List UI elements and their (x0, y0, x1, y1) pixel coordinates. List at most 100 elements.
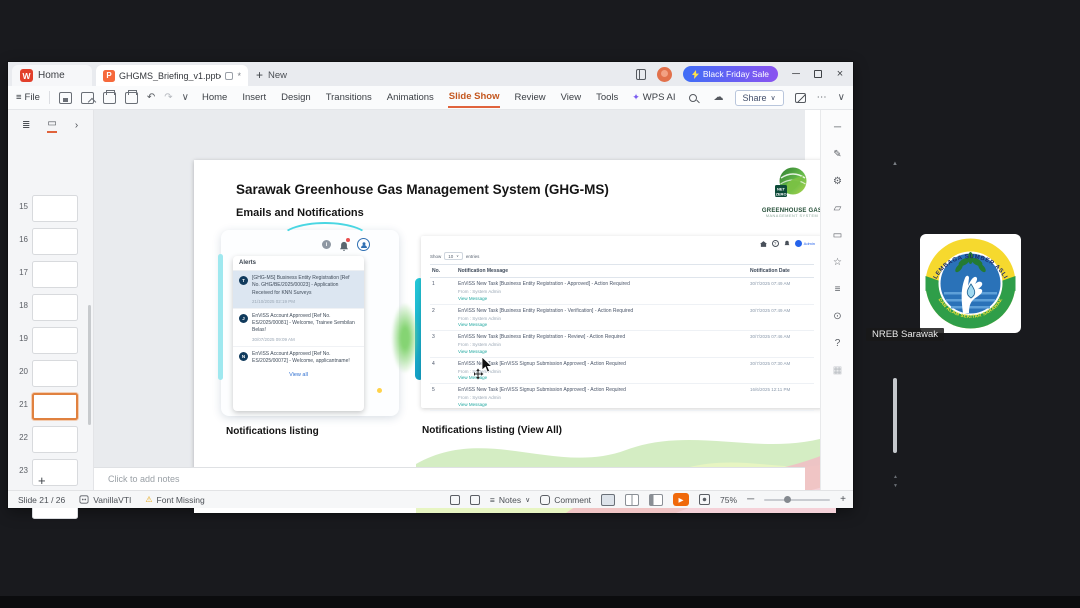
export-icon[interactable] (80, 91, 94, 104)
collapse-ribbon-icon[interactable]: ∨ (838, 92, 845, 103)
alert-item[interactable]: T [GHG-MS] Business Entity Registration … (233, 271, 364, 308)
slide-thumb-15[interactable]: 15 (8, 193, 94, 226)
normal-view-icon[interactable] (601, 493, 616, 506)
slideshow-play-button[interactable]: ▶ (673, 493, 690, 506)
zoom-value[interactable]: 75% (720, 495, 737, 505)
side-panel-icon[interactable] (635, 68, 646, 80)
outline-view-icon[interactable]: ≣ (22, 120, 30, 131)
toolbar-chevron-icon[interactable]: ∨ (182, 92, 189, 103)
view-message-link[interactable]: View Message (458, 296, 746, 301)
view-message-link[interactable]: View Message (458, 322, 746, 327)
divider (48, 91, 50, 104)
wps-ai-button[interactable]: ✦ WPS AI (632, 92, 675, 103)
view-message-link[interactable]: View Message (458, 375, 746, 380)
alert-item[interactable]: J EnViSS Account Approved [Ref No. ES/20… (233, 307, 364, 346)
shapes-icon[interactable]: ▱ (834, 203, 842, 214)
print-icon[interactable] (102, 89, 116, 104)
notes-pane[interactable]: Click to add notes (94, 467, 805, 490)
notes-toggle-icon[interactable] (449, 494, 460, 505)
menu-home[interactable]: Home (201, 88, 228, 107)
promo-button[interactable]: Black Friday Sale (682, 66, 778, 82)
adjust-sliders-icon[interactable]: ≡ (835, 284, 841, 295)
slide-sorter-view-icon[interactable] (625, 493, 640, 506)
redo-icon[interactable]: ↷ (164, 92, 172, 103)
cloud-sync-icon[interactable]: ☁ (714, 92, 724, 103)
notes-button[interactable]: ≡ Notes ∨ (490, 495, 530, 505)
slide-thumb-22[interactable]: 22 (8, 424, 94, 457)
help-icon[interactable]: ? (835, 338, 841, 349)
view-message-link[interactable]: View Message (458, 349, 746, 354)
menu-tools[interactable]: Tools (595, 88, 619, 107)
slide-nav-buttons[interactable]: ▲ ▼ (891, 473, 900, 491)
scroll-up-icon[interactable]: ▲ (892, 161, 898, 167)
view-message-link[interactable]: View Message (458, 402, 746, 407)
maximize-button[interactable] (814, 70, 822, 78)
comment-bubble-icon[interactable]: ▭ (833, 230, 842, 241)
fit-slide-icon[interactable] (699, 494, 711, 505)
participant-video-tile[interactable]: LEMBAGA SUMBER ASLI DAN ALAM SEKITAR SAR… (862, 226, 1076, 348)
apps-grid-icon[interactable]: ▦ (833, 365, 842, 376)
save-icon[interactable] (58, 91, 72, 104)
favorites-star-icon[interactable]: ☆ (833, 257, 842, 268)
more-icon[interactable]: ⋯ (817, 92, 827, 103)
view-all-link[interactable]: View all (233, 369, 364, 378)
thumbnail-scrollbar[interactable] (88, 305, 91, 425)
slide-page[interactable]: Sarawak Greenhouse Gas Management System… (194, 160, 836, 513)
slide-thumb-16[interactable]: 16 (8, 226, 94, 259)
menu-transitions[interactable]: Transitions (325, 88, 373, 107)
zoom-slider-knob[interactable] (784, 496, 792, 503)
yellow-dot-decoration (377, 388, 382, 393)
slide-view-icon[interactable]: ▭ (47, 118, 57, 133)
slide-thumb-23[interactable]: 23 (8, 457, 94, 490)
collapse-rail-icon[interactable]: ─ (834, 122, 841, 133)
slide-thumb-20[interactable]: 20 (8, 358, 94, 391)
slide-thumb-17[interactable]: 17 (8, 259, 94, 292)
zoom-slider[interactable] (764, 496, 831, 503)
expand-panel-icon[interactable]: › (75, 120, 78, 131)
print-preview-icon[interactable] (124, 89, 138, 104)
green-blob-decoration (391, 302, 419, 374)
slide-title: Sarawak Greenhouse Gas Management System… (236, 182, 609, 197)
account-avatar[interactable] (656, 66, 672, 82)
tab-document[interactable]: P GHGMS_Briefing_v1.pptx * (96, 65, 248, 86)
share-button[interactable]: Share ∨ (734, 89, 784, 106)
menu-animations[interactable]: Animations (386, 88, 435, 107)
zoom-in-button[interactable]: + (840, 494, 846, 505)
quick-access-toolbar: ≡ File ↶ ↷ ∨ (16, 86, 189, 109)
column-header-message: Notification Message (456, 264, 748, 278)
reading-view-icon[interactable] (649, 493, 664, 506)
close-button[interactable]: × (833, 68, 847, 80)
zoom-out-button[interactable]: ─ (747, 494, 754, 505)
tab-home[interactable]: W Home (12, 65, 92, 86)
new-tab-button[interactable]: + New (256, 66, 287, 84)
slide-thumb-21-selected[interactable]: 21 (8, 391, 94, 424)
wps-ai-label: WPS AI (642, 92, 676, 103)
comment-button[interactable]: Comment (540, 494, 591, 505)
menu-slide-show[interactable]: Slide Show (447, 87, 501, 108)
page-size-select[interactable]: 10 ∨ (444, 252, 463, 260)
search-icon[interactable] (688, 93, 697, 102)
prev-slide-icon[interactable]: ▲ (891, 473, 900, 482)
present-from-icon[interactable] (469, 494, 480, 505)
alerts-mockup: i Alerts T [GHG-MS] Business Entity Regi… (218, 222, 425, 422)
next-slide-icon[interactable]: ▼ (891, 482, 900, 491)
edit-tools-icon[interactable]: ✎ (833, 149, 841, 160)
menu-insert[interactable]: Insert (241, 88, 267, 107)
table-row: 2 EnViSS New Task [Business Entity Regis… (430, 304, 814, 331)
slide-thumb-19[interactable]: 19 (8, 325, 94, 358)
canvas-scrollbar[interactable] (893, 378, 897, 453)
menu-view[interactable]: View (560, 88, 582, 107)
file-menu[interactable]: ≡ File (16, 92, 40, 103)
history-clock-icon[interactable]: ⊙ (833, 311, 841, 322)
minimize-button[interactable]: ─ (789, 68, 803, 80)
slide-thumb-18[interactable]: 18 (8, 292, 94, 325)
undo-icon[interactable]: ↶ (147, 92, 155, 103)
menu-review[interactable]: Review (513, 88, 546, 107)
font-missing-warning[interactable]: ⚠ Font Missing (145, 495, 204, 505)
alert-item[interactable]: N EnViSS Account Approved [Ref No. ES/20… (233, 345, 364, 370)
add-slide-button[interactable]: + (38, 473, 46, 488)
task-pane-icon[interactable] (794, 92, 806, 103)
settings-gear-icon[interactable]: ⚙ (833, 176, 842, 187)
menu-design[interactable]: Design (280, 88, 312, 107)
plugin-badge[interactable]: VanillaVTI (79, 495, 131, 505)
